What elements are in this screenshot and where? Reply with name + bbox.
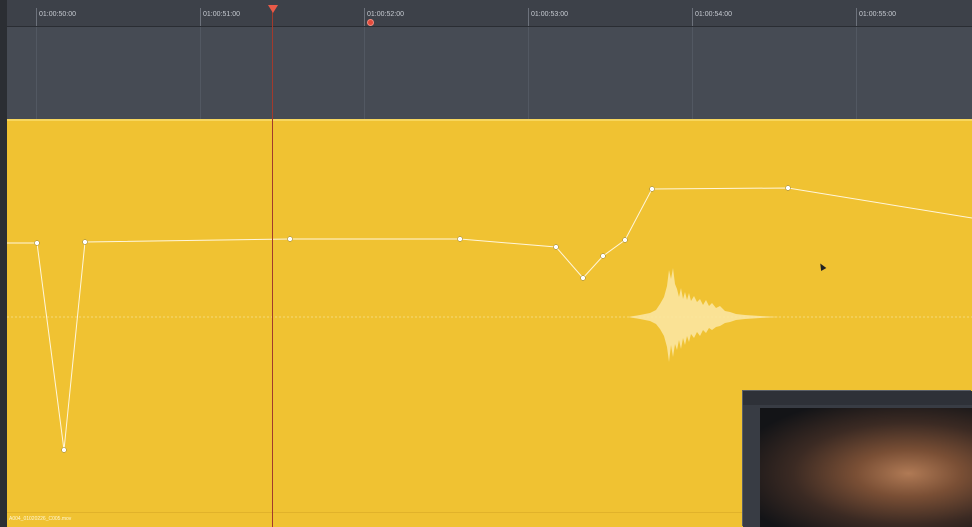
viewer-title-bar[interactable] [743, 391, 972, 405]
playhead-handle-icon[interactable] [268, 5, 278, 13]
keyframe-point [622, 237, 628, 243]
keyframe-point [580, 275, 586, 281]
audio-waveform [7, 268, 972, 362]
keyframe-point [649, 186, 655, 192]
keyframe-point [600, 253, 606, 259]
keyframe-point [82, 239, 88, 245]
timeline-panel[interactable]: 01:00:50:00 01:00:51:00 01:00:52:00 01:0… [0, 0, 972, 527]
keyframe-point [457, 236, 463, 242]
keyframe-point [553, 244, 559, 250]
timeline-marker-icon[interactable] [368, 20, 373, 25]
keyframe-point [61, 447, 67, 453]
keyframe-point [34, 240, 40, 246]
viewer-video-frame [760, 408, 972, 527]
viewer-thumbnail-window[interactable] [743, 391, 972, 527]
keyframe-point [287, 236, 293, 242]
keyframe-point [785, 185, 791, 191]
playhead-line[interactable] [272, 8, 273, 527]
waveform-shape [628, 268, 780, 362]
